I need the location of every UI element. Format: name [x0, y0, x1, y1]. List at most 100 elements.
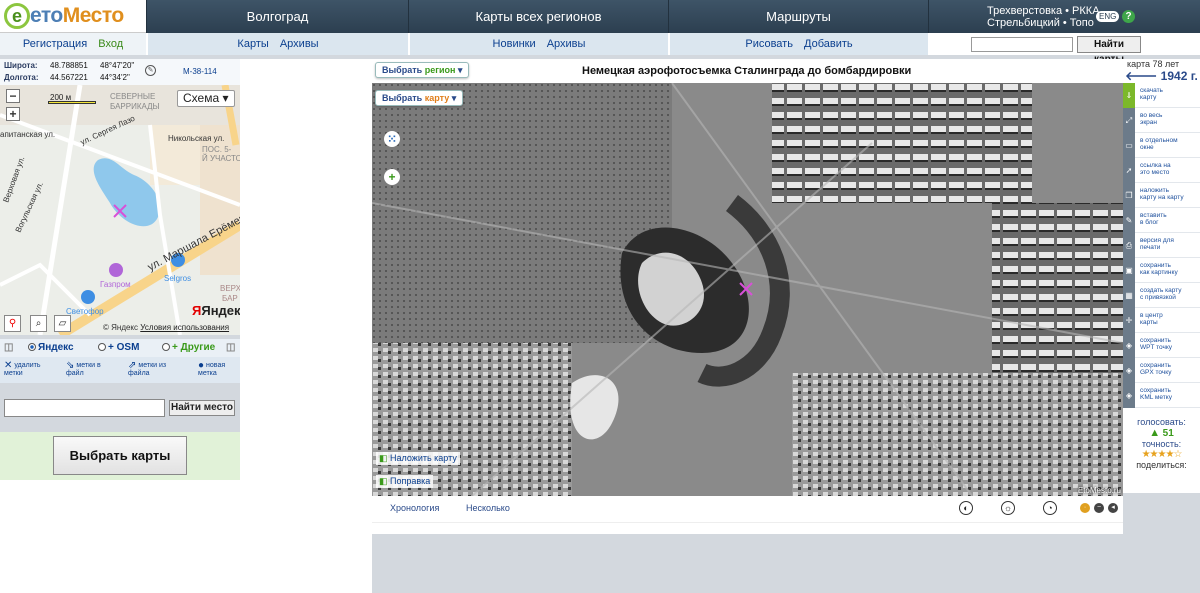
- ri6b: печати: [1140, 244, 1161, 251]
- brightness-icon[interactable]: ☼: [1001, 501, 1015, 515]
- load-file-icon: ⇗: [128, 360, 137, 371]
- ri7a: сохранить: [1140, 262, 1171, 269]
- aerial-map[interactable]: Выбрать карту ▾ ⁙ + ◧ Наложить карту ◧ П…: [372, 83, 1123, 496]
- several-link[interactable]: Несколько: [466, 496, 510, 520]
- save-kml-button[interactable]: ◈ сохранить KML метку: [1123, 383, 1200, 408]
- terms-link[interactable]: Условия использования: [140, 323, 229, 332]
- select-maps-button[interactable]: Выбрать карты: [53, 436, 187, 475]
- barracks-north: [772, 83, 1032, 203]
- gazprom-pin-icon[interactable]: [109, 263, 123, 277]
- nav-routes[interactable]: Маршруты: [668, 0, 928, 33]
- aerial-map-canvas: [372, 83, 1123, 496]
- minimap-zoom-in-button[interactable]: +: [6, 107, 20, 121]
- top-header: е етоМесто Волгоград Карты всех регионов…: [0, 0, 1200, 33]
- delete-markers-button[interactable]: ✕ удалить метки: [4, 361, 40, 378]
- minimap-pin-icon[interactable]: ⚲: [4, 315, 21, 332]
- minimap-magnify-icon[interactable]: ⌕: [30, 315, 47, 332]
- correction-button[interactable]: ◧ Поправка: [376, 475, 434, 488]
- series-links-1[interactable]: Трехверстовка • РККА: [987, 5, 1200, 17]
- opacity-icon[interactable]: ·: [1080, 503, 1090, 513]
- coordinates-panel: Широта: 48.788851 48°47'20" Долгота: 44.…: [0, 59, 240, 85]
- mini-map[interactable]: СЕВЕРНЫЕ БАРРИКАДЫ Никольская ул. ПОС. 5…: [0, 85, 240, 335]
- login-link[interactable]: Вход: [98, 38, 123, 50]
- nav-volgograd[interactable]: Волгоград: [146, 0, 408, 33]
- archives-link[interactable]: Архивы: [280, 38, 319, 50]
- ri11a: сохранить: [1140, 362, 1171, 369]
- saturation-icon[interactable]: ◔: [1043, 501, 1057, 515]
- accuracy-label: точность:: [1141, 439, 1182, 449]
- maps-link[interactable]: Карты: [237, 38, 268, 50]
- language-toggle[interactable]: ENG: [1096, 11, 1120, 22]
- place-search-input[interactable]: [4, 399, 165, 417]
- compass-icon[interactable]: ✎: [145, 65, 156, 76]
- radio-icon: [28, 343, 36, 352]
- provider-next-icon[interactable]: ◫: [226, 339, 235, 357]
- center-map-button[interactable]: ✛ в центр карты: [1123, 308, 1200, 333]
- link-to-place-button[interactable]: ➚ ссылка на это место: [1123, 158, 1200, 183]
- series-links-2[interactable]: Стрельбицкий • Топо: [987, 17, 1200, 29]
- news-link[interactable]: Новинки: [493, 38, 536, 50]
- ri11b: GPX точку: [1140, 369, 1172, 376]
- ri1a: во весь: [1140, 112, 1163, 119]
- download-map-button[interactable]: ⇓ скачать карту: [1123, 83, 1200, 108]
- select-region-button[interactable]: Выбрать регион ▾: [375, 62, 470, 78]
- thumbs-up-icon[interactable]: ▲: [1149, 427, 1160, 439]
- new-window-button[interactable]: ▭ в отдельном окне: [1123, 133, 1200, 158]
- lat-dms: 48°47'20": [100, 61, 135, 70]
- svetofor-pin-icon[interactable]: [81, 290, 95, 304]
- minimap-zoom-out-button[interactable]: −: [6, 89, 20, 103]
- ri12b: KML метку: [1140, 394, 1172, 401]
- minimap-ruler-icon[interactable]: ▱: [54, 315, 71, 332]
- back-icon[interactable]: ◂: [1108, 503, 1118, 513]
- tofile-l1: метки в: [76, 362, 101, 369]
- nav-all-regions[interactable]: Карты всех регионов: [408, 0, 668, 33]
- minimap-layer-select[interactable]: Схема ▾: [177, 90, 235, 107]
- lon-decimal: 44.567221: [50, 73, 88, 82]
- reset-icon[interactable]: −: [1094, 503, 1104, 513]
- site-logo[interactable]: е етоМесто: [0, 0, 146, 33]
- provider-osm[interactable]: + OSM: [98, 339, 139, 357]
- find-maps-button[interactable]: Найти карты: [1077, 36, 1141, 65]
- map-add-icon[interactable]: +: [384, 169, 400, 185]
- overlay-map-button[interactable]: ◧ Наложить карту: [376, 452, 460, 465]
- create-georef-map-button[interactable]: ▦ создать карту с привязкой: [1123, 283, 1200, 308]
- cursor-icon: ➚: [1123, 158, 1135, 183]
- select-map-b: карту: [424, 93, 450, 103]
- mm-label-selgros: Selgros: [164, 274, 191, 283]
- fullscreen-button[interactable]: ⤢ во весь экран: [1123, 108, 1200, 133]
- embed-blog-button[interactable]: ✎ вставить в блог: [1123, 208, 1200, 233]
- save-wpt-button[interactable]: ◈ сохранить WPT точку: [1123, 333, 1200, 358]
- share-label: поделиться:: [1136, 460, 1187, 470]
- contrast-icon[interactable]: ◐: [959, 501, 973, 515]
- archives-regions-link[interactable]: Архивы: [547, 38, 586, 50]
- overlay-map-on-map-button[interactable]: ❐ наложить карту на карту: [1123, 183, 1200, 208]
- new-marker-button[interactable]: ● новая метка: [198, 361, 225, 378]
- right-blank: [1123, 473, 1200, 493]
- map-search-input[interactable]: [971, 37, 1073, 52]
- sheet-code-link[interactable]: M-38-114: [183, 66, 217, 78]
- draw-link[interactable]: Рисовать: [745, 38, 793, 50]
- print-version-button[interactable]: ⎙ версия для печати: [1123, 233, 1200, 258]
- markers-from-file-button[interactable]: ⇗ метки из файла: [128, 360, 167, 378]
- markers-to-file-button[interactable]: ⇘ метки в файл: [66, 361, 101, 378]
- select-map-button[interactable]: Выбрать карту ▾: [375, 90, 464, 106]
- fromfile-l1: метки из: [138, 362, 167, 369]
- provider-other[interactable]: + Другие: [162, 339, 215, 357]
- register-link[interactable]: Регистрация: [23, 38, 87, 50]
- ri7b: как картинку: [1140, 269, 1178, 276]
- help-icon[interactable]: ?: [1122, 10, 1135, 23]
- prev-year-icon[interactable]: 🡐: [1125, 69, 1157, 83]
- provider-prev-icon[interactable]: ◫: [4, 339, 13, 357]
- correction-icon: ◧: [379, 476, 388, 486]
- chronology-link[interactable]: Хронология: [390, 496, 439, 520]
- mm-label-gazprom: Газпром: [100, 280, 131, 289]
- map-grid-icon[interactable]: ⁙: [384, 131, 400, 147]
- save-image-button[interactable]: ▣ сохранить как картинку: [1123, 258, 1200, 283]
- accuracy-stars[interactable]: ★★★★☆: [1123, 449, 1200, 460]
- ri3b: это место: [1140, 169, 1170, 176]
- add-route-link[interactable]: Добавить: [804, 38, 853, 50]
- find-place-button[interactable]: Найти место: [169, 400, 235, 416]
- save-gpx-button[interactable]: ◈ сохранить GPX точку: [1123, 358, 1200, 383]
- provider-yandex[interactable]: Яндекс: [28, 339, 74, 357]
- radio-icon: [98, 343, 106, 352]
